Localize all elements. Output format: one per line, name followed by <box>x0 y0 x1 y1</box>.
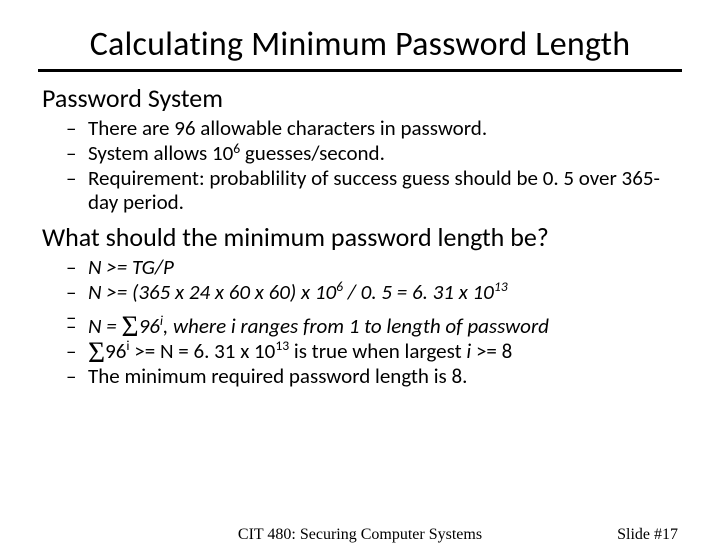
superscript: i <box>160 312 163 329</box>
list-item: There are 96 allowable characters in pas… <box>88 116 682 140</box>
title-rule <box>38 69 682 72</box>
list-item: Σ96i >= N = 6. 31 x 1013 is true when la… <box>88 339 682 363</box>
bullet-text: N >= TG/P <box>88 254 174 280</box>
bullet-list-2: N >= TG/P N >= (365 x 24 x 60 x 60) x 10… <box>38 255 682 389</box>
slide-title: Calculating Minimum Password Length <box>38 24 682 65</box>
list-item: The minimum required password length is … <box>88 364 682 388</box>
bullet-text: There are 96 allowable characters in pas… <box>88 115 487 141</box>
superscript: 13 <box>494 278 508 295</box>
footer-slide-number: Slide #17 <box>617 526 678 544</box>
list-item: N >= (365 x 24 x 60 x 60) x 106 / 0. 5 =… <box>88 280 682 304</box>
superscript: 6 <box>336 278 343 295</box>
list-item: Requirement: probablility of success gue… <box>88 166 682 214</box>
bullet-text: Requirement: probablility of success gue… <box>88 165 660 215</box>
bullet-text: System allows 10 <box>88 140 233 166</box>
spacer <box>88 305 682 313</box>
superscript: 13 <box>275 337 289 354</box>
bullet-text: / 0. 5 = 6. 31 x 10 <box>343 279 494 305</box>
bullet-text: >= 8 <box>471 338 512 364</box>
bullet-text: 96 <box>139 313 160 339</box>
bullet-text: N = <box>88 313 122 339</box>
bullet-text: guesses/second. <box>240 140 385 166</box>
bullet-text: The minimum required password length is … <box>88 363 467 389</box>
slide: Calculating Minimum Password Length Pass… <box>0 0 720 540</box>
list-item: N >= TG/P <box>88 255 682 279</box>
superscript: i <box>126 337 129 354</box>
list-item: System allows 106 guesses/second. <box>88 141 682 165</box>
section-heading-2: What should the minimum password length … <box>42 221 682 253</box>
section-heading-1: Password System <box>42 82 682 114</box>
list-item: N = Σ96i, where i ranges from 1 to lengt… <box>88 314 682 338</box>
superscript: 6 <box>233 140 240 157</box>
bullet-text: 96 <box>105 338 126 364</box>
bullet-text: is true when largest <box>289 338 466 364</box>
bullet-text: >= N = 6. 31 x 10 <box>130 338 276 364</box>
bullet-list-1: There are 96 allowable characters in pas… <box>38 116 682 215</box>
bullet-text: , where i ranges from 1 to length of pas… <box>163 313 549 339</box>
bullet-text: N >= (365 x 24 x 60 x 60) x 10 <box>88 279 336 305</box>
footer-center: CIT 480: Securing Computer Systems <box>0 526 720 544</box>
